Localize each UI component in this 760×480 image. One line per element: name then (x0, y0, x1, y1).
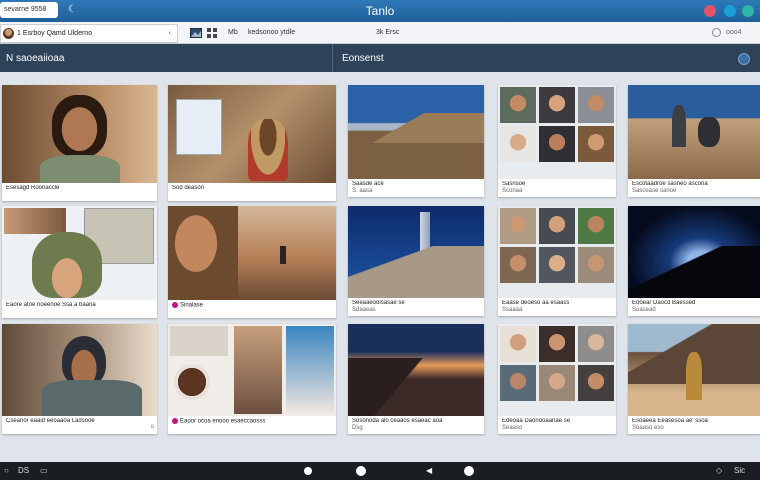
media-card[interactable]: Sod deason (168, 85, 336, 201)
section-title-left: N saoeaiioaa (6, 53, 65, 64)
toolbar-link-1[interactable]: Mb (228, 28, 238, 37)
toolbar-link-3[interactable]: 3k Ersc (376, 28, 399, 37)
sync-button[interactable] (724, 5, 736, 17)
search-icon[interactable] (712, 28, 721, 37)
card-caption: Eaore atoe noeenoe Ssa a baana (6, 302, 96, 308)
media-card[interactable]: Eaoor ocoa enooo esaeccaosss (168, 324, 336, 434)
card-caption: Esesagd Roonaccle (6, 185, 60, 191)
sunset-ridge-photo (168, 206, 336, 300)
media-card[interactable]: Esesagd Roonaccle (2, 85, 157, 201)
media-card[interactable]: Sinalase (168, 206, 336, 318)
media-card[interactable]: Eooear Daocd Baessed Soasead (628, 206, 760, 316)
media-card[interactable]: Eaore atoe noeenoe Ssa a baana (2, 206, 157, 318)
card-caption: Sasnsoe Sconaa (502, 181, 526, 194)
toolbar-link-2[interactable]: kedsonoo ytdle (248, 28, 295, 37)
title-bar: sevarne 9558 ☾ Tanlo (0, 0, 760, 22)
card-caption: Saasde ace S. aasa (352, 181, 384, 194)
faces-collage (498, 85, 616, 179)
section-header: N saoeaiioaa Eonsenst (0, 44, 760, 72)
faces-collage (498, 324, 616, 416)
chevron-left-icon[interactable]: ‹ (169, 25, 171, 42)
help-button[interactable] (742, 5, 754, 17)
divider (332, 44, 333, 72)
man-reading-photo (2, 324, 157, 416)
taskbar-app-label[interactable]: DS (18, 466, 29, 476)
media-card[interactable]: Edeoaa Daonooaanae se Seaaso (498, 324, 616, 434)
card-caption: Eaase deoeso aa esaass Ssaaaa (502, 300, 570, 313)
landscape-photo (348, 85, 484, 179)
active-tab[interactable]: 1 Esrboy Qamd Ulderno ‹ (0, 24, 178, 43)
faces-collage (498, 206, 616, 298)
home-button[interactable] (356, 466, 366, 476)
media-card[interactable]: Sosonoda alo ceaaos esaeac aoa Dsg (348, 324, 484, 434)
tower-photo (348, 206, 484, 298)
card-caption: Seeaaeoolsasae se Sdaaeas (352, 300, 405, 313)
avatar (3, 28, 14, 39)
app-icon (172, 418, 178, 424)
media-grid: Esesagd Roonaccle Sod deason Saasde ace S… (0, 72, 760, 462)
card-caption: Sod deason (172, 185, 205, 191)
image-icon[interactable] (190, 27, 202, 39)
app-title: Tanlo (365, 4, 395, 18)
card-caption: Sosonoda alo ceaaos esaeac aoa Dsg (352, 418, 443, 431)
hiker-photo (628, 85, 760, 179)
food-collage (168, 324, 336, 416)
dusk-valley-photo (348, 324, 484, 416)
card-caption: Sinalase (172, 302, 332, 316)
profile-button[interactable] (704, 5, 716, 17)
card-caption: Eaoor ocoa enooo esaeccaosss (172, 418, 332, 432)
moon-icon[interactable]: ☾ (68, 4, 77, 16)
media-card[interactable]: Cseanor eaaid eeoaaoa Ladsooe o (2, 324, 157, 434)
tab-label: 1 Esrboy Qamd Ulderno (17, 30, 93, 37)
toolbar: 1 Esrboy Qamd Ulderno ‹ Mb kedsonoo ytdl… (0, 22, 760, 44)
card-caption: Cseanor eaaid eeoaaoa Ladsooe (6, 418, 95, 424)
hooded-figure-photo (2, 206, 157, 300)
section-title-right: Eonsenst (342, 53, 384, 64)
media-card[interactable]: Escotaadroe sasneo ascona Sasosase sanoe (628, 85, 760, 197)
card-caption: Escotaadroe sasneo ascona Sasosase sanoe (632, 181, 708, 194)
media-card[interactable]: Seeaaeoolsasae se Sdaaeas (348, 206, 484, 316)
app-icon (172, 302, 178, 308)
media-card[interactable]: Esoaeea Eeasesoa ae' ssoa Soaaso eso (628, 324, 760, 434)
network-icon[interactable]: ◇ (716, 466, 722, 476)
settings-icon[interactable] (738, 53, 750, 65)
circle-button[interactable] (464, 466, 474, 476)
toolbar-link-4[interactable]: ooo4 (726, 28, 742, 37)
recents-icon[interactable]: ◀ (426, 466, 432, 476)
desktop-photo (168, 85, 336, 183)
taskbar: ○ DS ▭ ◀ ◇ Sic (0, 462, 760, 480)
night-mountain-photo (628, 206, 760, 298)
window-icon[interactable]: ▭ (40, 466, 48, 476)
media-card[interactable]: Sasnsoe Sconaa (498, 85, 616, 197)
media-card[interactable]: Eaase deoeso aa esaass Ssaaaa (498, 206, 616, 316)
tray-label[interactable]: Sic (734, 466, 745, 476)
start-icon[interactable]: ○ (4, 466, 9, 476)
media-card[interactable]: Saasde ace S. aasa (348, 85, 484, 197)
card-caption: Eooear Daocd Baessed Soasead (632, 300, 696, 313)
back-button[interactable] (304, 467, 312, 475)
portrait-photo (2, 85, 157, 183)
grid-icon[interactable] (206, 27, 218, 39)
card-corner-label: o (150, 424, 154, 430)
card-caption: Edeoaa Daonooaanae se Seaaso (502, 418, 571, 431)
traveler-photo (628, 324, 760, 416)
account-field[interactable]: sevarne 9558 (0, 2, 58, 18)
card-caption: Esoaeea Eeasesoa ae' ssoa Soaaso eso (632, 418, 708, 431)
